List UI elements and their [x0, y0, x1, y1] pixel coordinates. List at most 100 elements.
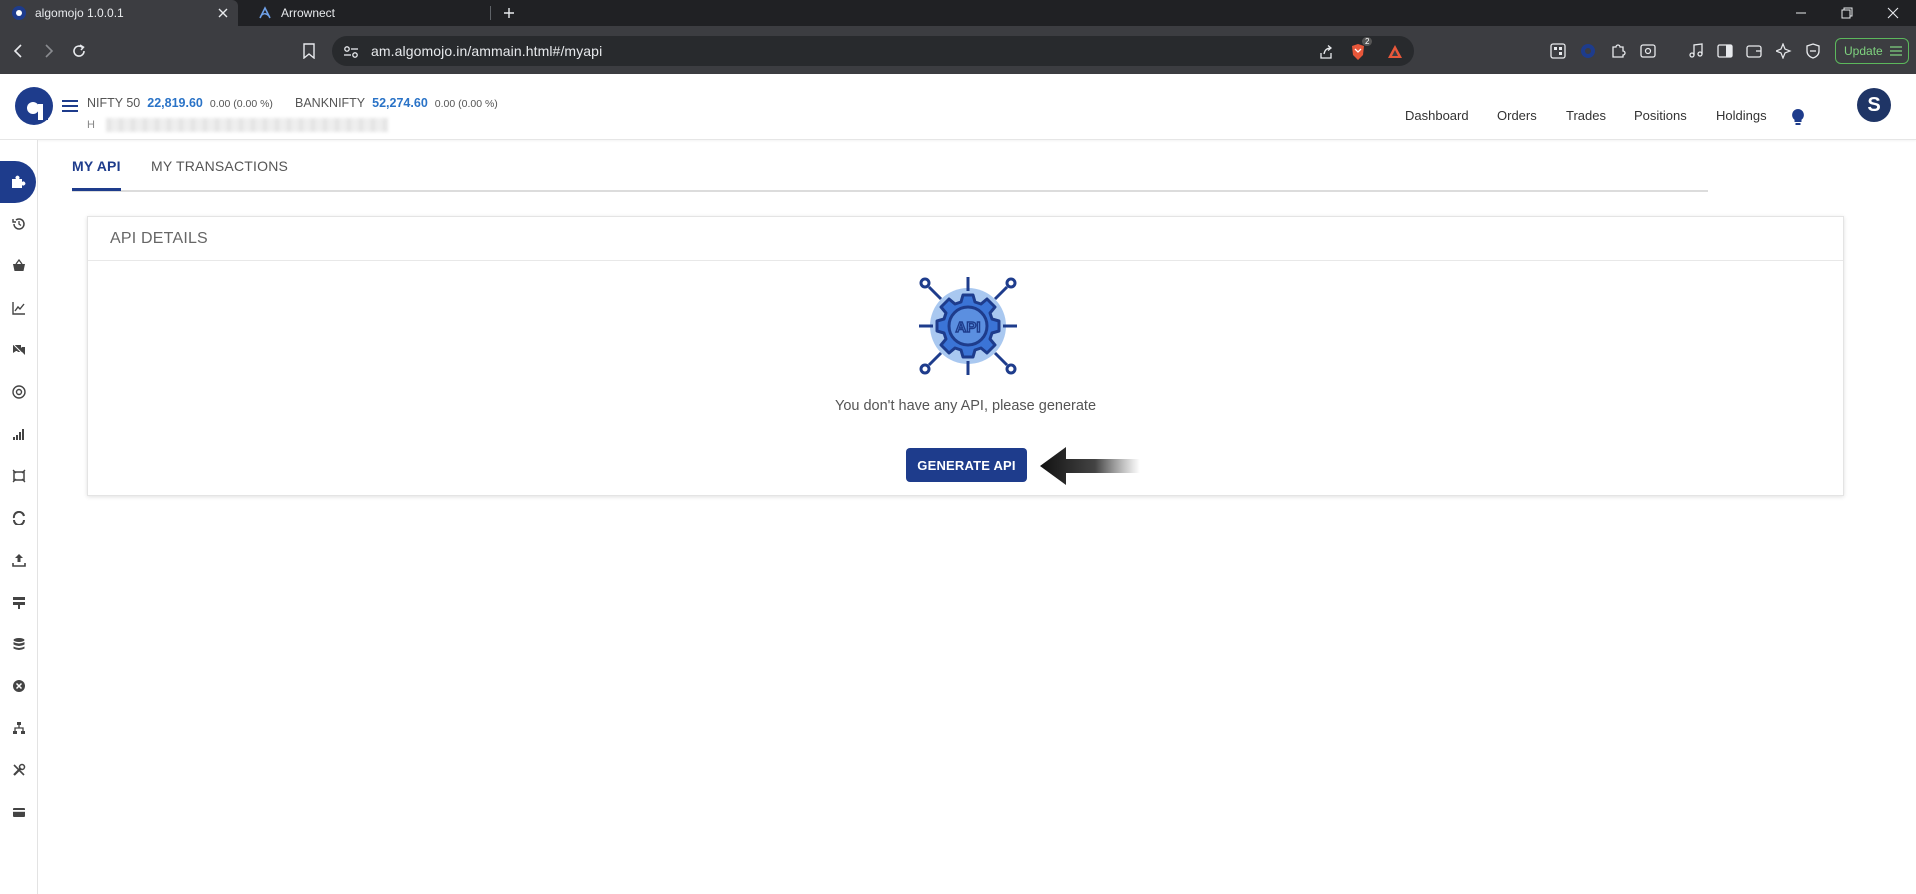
ticker-change: 0.00 (0.00 %) [209, 98, 273, 110]
tab-my-api[interactable]: MY API [72, 158, 121, 174]
sidebar-item-strategy[interactable] [0, 455, 38, 497]
close-window-button[interactable] [1870, 0, 1916, 26]
brave-rewards-icon[interactable] [1386, 43, 1404, 61]
history-icon [12, 218, 25, 230]
ticker-change: 0.00 (0.00 %) [434, 98, 498, 110]
sidebar-item-signpost[interactable] [0, 581, 38, 623]
target-icon [12, 385, 26, 399]
sidebar-item-api[interactable] [0, 161, 36, 203]
sidebar-item-basket[interactable] [0, 245, 38, 287]
api-details-card: API DETAILS API You don't have any API, … [87, 216, 1844, 496]
new-tab-icon[interactable] [500, 4, 518, 22]
ticker-price: 22,819.60 [147, 96, 203, 110]
browser-tab-algomojo[interactable]: algomojo 1.0.0.1 [0, 0, 238, 26]
database-icon [13, 638, 25, 650]
forward-button[interactable] [37, 40, 59, 62]
generate-api-button[interactable]: GENERATE API [906, 448, 1027, 482]
browser-tab-arrownect[interactable]: Arrownect [246, 0, 490, 26]
vpn-shield-icon[interactable] [1803, 41, 1823, 61]
sidebar-item-tools[interactable] [0, 749, 38, 791]
arrownect-favicon-icon [259, 6, 271, 19]
update-button[interactable]: Update [1835, 38, 1909, 64]
illustration-text: API [955, 319, 980, 336]
user-avatar[interactable]: S [1857, 88, 1891, 122]
sidebar-item-chart[interactable] [0, 287, 38, 329]
media-music-icon[interactable] [1686, 41, 1706, 61]
tab-separator [490, 6, 491, 20]
sidebar-item-upload[interactable] [0, 539, 38, 581]
sidebar-toggle-icon[interactable] [1715, 41, 1735, 61]
card-title: API DETAILS [110, 230, 208, 247]
credit-card-icon [13, 808, 25, 817]
wallet-icon[interactable] [1744, 41, 1764, 61]
redacted-user-details [106, 118, 388, 132]
card-header: API DETAILS [88, 217, 1843, 261]
puzzle-icon [12, 175, 26, 188]
back-button[interactable] [8, 40, 30, 62]
sidebar-item-rotate[interactable] [0, 497, 38, 539]
signal-bars-icon [13, 429, 24, 440]
user-info: H [87, 119, 95, 131]
sidebar-item-signal[interactable] [0, 413, 38, 455]
nav-dashboard[interactable]: Dashboard [1405, 108, 1469, 123]
restore-button[interactable] [1824, 0, 1870, 26]
nav-holdings[interactable]: Holdings [1716, 108, 1767, 123]
nav-positions[interactable]: Positions [1634, 108, 1687, 123]
upload-icon [12, 554, 26, 567]
minimize-icon [1796, 12, 1806, 14]
rotate-icon [12, 511, 25, 525]
sidebar-item-payments[interactable] [0, 791, 38, 833]
sidebar-item-target[interactable] [0, 371, 38, 413]
lightbulb-icon[interactable] [1790, 108, 1806, 126]
browser-tab-bar: algomojo 1.0.0.1 Arrownect [0, 0, 1916, 26]
minimize-button[interactable] [1778, 0, 1824, 26]
sidebar-item-messages[interactable] [0, 329, 38, 371]
bookmark-icon [303, 43, 315, 59]
restore-icon [1841, 7, 1853, 19]
chat-icon [12, 343, 26, 357]
close-tab-icon[interactable] [216, 6, 230, 20]
signpost-icon [13, 597, 25, 609]
line-chart-icon [12, 302, 25, 315]
algomojo-favicon-icon [12, 6, 26, 20]
ticker-banknifty: BANKNIFTY 52,274.60 0.00 (0.00 %) [295, 96, 498, 110]
empty-state-message: You don't have any API, please generate [834, 398, 1097, 414]
tab-my-transactions[interactable]: MY TRANSACTIONS [151, 158, 288, 174]
reload-button[interactable] [68, 40, 90, 62]
sidebar-item-history[interactable] [0, 203, 38, 245]
nav-trades[interactable]: Trades [1566, 108, 1606, 123]
bookmark-button[interactable] [298, 40, 320, 62]
update-label: Update [1844, 44, 1883, 58]
url-text[interactable]: am.algomojo.in/ammain.html#/myapi [371, 43, 602, 59]
sidebar-item-database[interactable] [0, 623, 38, 665]
sidebar-item-cancel[interactable] [0, 665, 38, 707]
address-bar[interactable]: am.algomojo.in/ammain.html#/myapi 2 [332, 36, 1414, 66]
api-gear-illustration-icon: API [919, 277, 1017, 375]
ticker-name: NIFTY 50 [87, 96, 141, 110]
tab-title: Arrownect [281, 6, 336, 20]
shields-badge: 2 [1362, 37, 1373, 46]
tab-title: algomojo 1.0.0.1 [35, 6, 124, 20]
menu-hamburger-icon[interactable] [62, 99, 78, 113]
menu-hamburger-icon [1889, 46, 1902, 56]
sidebar-item-hierarchy[interactable] [0, 707, 38, 749]
pointing-arrow-icon [1040, 447, 1140, 485]
close-icon [1887, 7, 1899, 19]
reload-icon [73, 44, 85, 57]
extensions-puzzle-icon[interactable] [1608, 41, 1628, 61]
forward-arrow-icon [45, 44, 54, 58]
nav-orders[interactable]: Orders [1497, 108, 1537, 123]
site-settings-icon[interactable] [342, 43, 360, 61]
active-tab-indicator [72, 188, 121, 191]
content-tabs: MY API MY TRANSACTIONS [72, 140, 1708, 192]
ticker-price: 52,274.60 [372, 96, 428, 110]
algomojo-logo-icon[interactable] [14, 86, 54, 126]
share-icon[interactable] [1317, 43, 1335, 61]
basket-icon [13, 259, 25, 271]
ticker-nifty: NIFTY 50 22,819.60 0.00 (0.00 %) [87, 96, 273, 110]
reading-mode-icon[interactable] [1638, 41, 1658, 61]
qr-code-icon[interactable] [1548, 41, 1568, 61]
leo-ai-icon[interactable] [1774, 41, 1794, 61]
back-arrow-icon [13, 44, 22, 58]
algomojo-extension-icon[interactable] [1578, 41, 1598, 61]
